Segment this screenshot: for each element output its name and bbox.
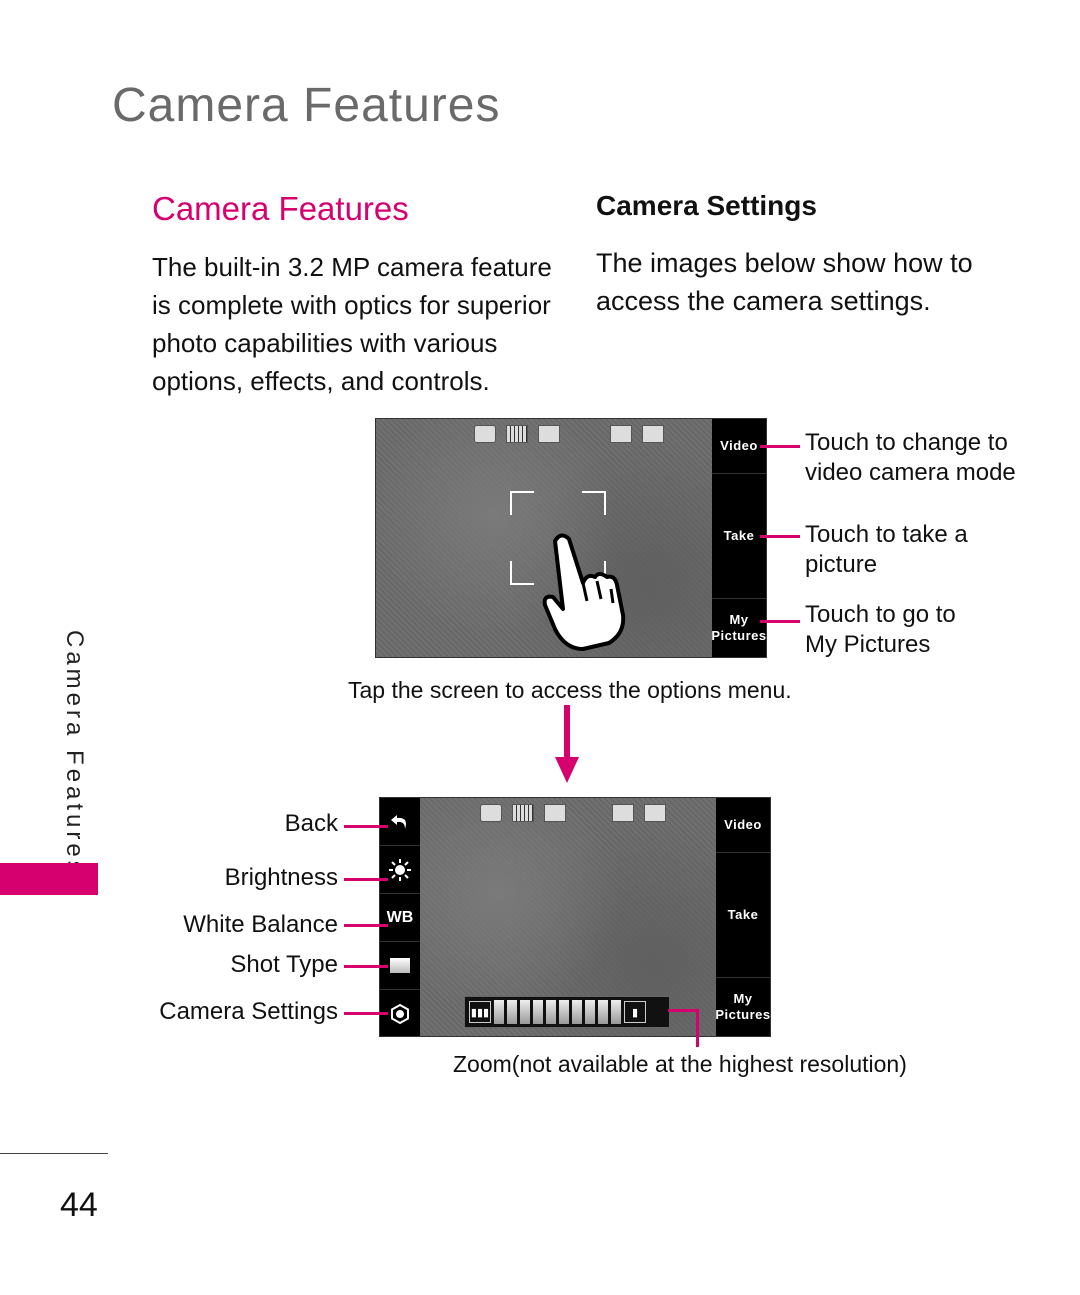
timer-off-icon xyxy=(610,425,632,443)
label-back: Back xyxy=(284,810,338,837)
zoom-segment xyxy=(533,1000,543,1024)
zoom-segment xyxy=(572,1000,582,1024)
callout-video: Touch to change to video camera mode xyxy=(805,428,1016,488)
top-icons-left xyxy=(474,425,560,443)
white-balance-icon: WB xyxy=(386,908,414,926)
video-button-label: Video xyxy=(724,817,762,832)
brightness-button[interactable] xyxy=(380,846,420,894)
right-button-panel: Video Take My Pictures xyxy=(715,798,771,1036)
side-tab-marker xyxy=(0,863,98,895)
top-icons-right xyxy=(610,425,664,443)
memory-icon xyxy=(642,425,664,443)
take-button[interactable]: Take xyxy=(712,474,766,599)
back-button[interactable] xyxy=(380,798,420,846)
take-button[interactable]: Take xyxy=(716,853,770,978)
video-button-label: Video xyxy=(720,438,758,453)
down-arrow-icon xyxy=(555,705,579,783)
zoom-segment xyxy=(507,1000,517,1024)
page-title: Camera Features xyxy=(112,79,501,132)
zoom-segment xyxy=(559,1000,569,1024)
shot-type-icon xyxy=(538,425,560,443)
label-camera-settings: Camera Settings xyxy=(159,998,338,1025)
callout-line-zoom-h xyxy=(668,1009,699,1012)
video-button[interactable]: Video xyxy=(712,419,766,474)
side-tab-text: Camera Features xyxy=(61,630,88,877)
callout-line-white-balance xyxy=(344,924,388,927)
left-options-panel: WB xyxy=(380,798,420,1036)
zoom-segment xyxy=(520,1000,530,1024)
take-button-label: Take xyxy=(723,528,755,543)
camera-settings-text: The images below show how to access the … xyxy=(596,248,973,316)
camera-screen-preview[interactable]: Video Take My Pictures xyxy=(375,418,767,658)
callout-video-line1: Touch to change to xyxy=(805,429,1008,456)
brightness-icon xyxy=(389,858,411,881)
top-icons-right xyxy=(612,804,666,822)
camera-screen-options[interactable]: WB ▮▮▮ ▮ Video Take My Pictures xyxy=(379,797,771,1037)
zoom-segment xyxy=(585,1000,595,1024)
right-button-panel: Video Take My Pictures xyxy=(711,419,767,657)
video-button[interactable]: Video xyxy=(716,798,770,853)
zoom-caption: Zoom(not available at the highest resolu… xyxy=(453,1051,907,1077)
timer-off-icon xyxy=(612,804,634,822)
zoom-segment xyxy=(611,1000,621,1024)
white-balance-button[interactable]: WB xyxy=(380,894,420,942)
callout-line-brightness xyxy=(344,878,388,881)
callout-line-video xyxy=(760,445,800,448)
settings-gear-icon xyxy=(391,1003,409,1024)
memory-icon xyxy=(644,804,666,822)
callout-take-line1: Touch to take a xyxy=(805,521,968,548)
focus-corner-icon xyxy=(582,491,606,515)
callout-line-zoom-v xyxy=(696,1009,699,1047)
callout-line-take xyxy=(760,535,800,538)
side-tab-label: Camera Features xyxy=(48,630,88,877)
callout-line-back xyxy=(344,825,388,828)
camera-mode-icon xyxy=(474,425,496,443)
camera-settings-heading: Camera Settings xyxy=(596,190,817,221)
my-pictures-button[interactable]: My Pictures xyxy=(715,978,771,1036)
label-white-balance: White Balance xyxy=(183,911,338,938)
callout-line-shot-type xyxy=(344,965,388,968)
intro-text: The built-in 3.2 MP camera feature is co… xyxy=(152,252,552,396)
zoom-out-icon[interactable]: ▮▮▮ xyxy=(469,1001,491,1023)
panorama-shot-icon xyxy=(544,804,566,822)
tap-screen-caption: Tap the screen to access the options men… xyxy=(348,677,792,703)
callout-pictures-line2: My Pictures xyxy=(805,631,931,658)
focus-corner-icon xyxy=(510,491,534,515)
label-shot-type: Shot Type xyxy=(230,951,338,978)
zoom-segment xyxy=(598,1000,608,1024)
resolution-icon xyxy=(506,425,528,443)
callout-video-line2: video camera mode xyxy=(805,459,1016,486)
callout-pictures: Touch to go to My Pictures xyxy=(805,600,956,660)
callout-take-line2: picture xyxy=(805,551,878,578)
callout-pictures-line1: Touch to go to xyxy=(805,601,956,628)
callout-line-pictures xyxy=(760,620,800,623)
resolution-icon xyxy=(512,804,534,822)
label-brightness: Brightness xyxy=(224,864,338,891)
pictures-label: Pictures xyxy=(711,628,767,643)
page-number: 44 xyxy=(60,1186,98,1224)
footer-divider xyxy=(0,1153,108,1154)
my-label: My xyxy=(733,991,753,1006)
back-arrow-icon xyxy=(391,814,406,829)
hand-pointer-icon xyxy=(542,533,626,651)
callout-take: Touch to take a picture xyxy=(805,520,968,580)
zoom-segment xyxy=(546,1000,556,1024)
pictures-label: Pictures xyxy=(715,1007,771,1022)
my-label: My xyxy=(729,612,749,627)
zoom-segment xyxy=(494,1000,504,1024)
camera-mode-icon xyxy=(480,804,502,822)
shot-type-icon xyxy=(390,958,410,973)
zoom-slider[interactable]: ▮▮▮ ▮ xyxy=(464,996,670,1028)
top-icons-left xyxy=(480,804,566,822)
focus-corner-icon xyxy=(510,561,534,585)
section-title: Camera Features xyxy=(152,190,409,227)
callout-line-camera-settings xyxy=(344,1012,388,1015)
zoom-in-icon[interactable]: ▮ xyxy=(624,1001,646,1023)
my-pictures-button[interactable]: My Pictures xyxy=(711,599,767,657)
take-button-label: Take xyxy=(727,907,759,922)
